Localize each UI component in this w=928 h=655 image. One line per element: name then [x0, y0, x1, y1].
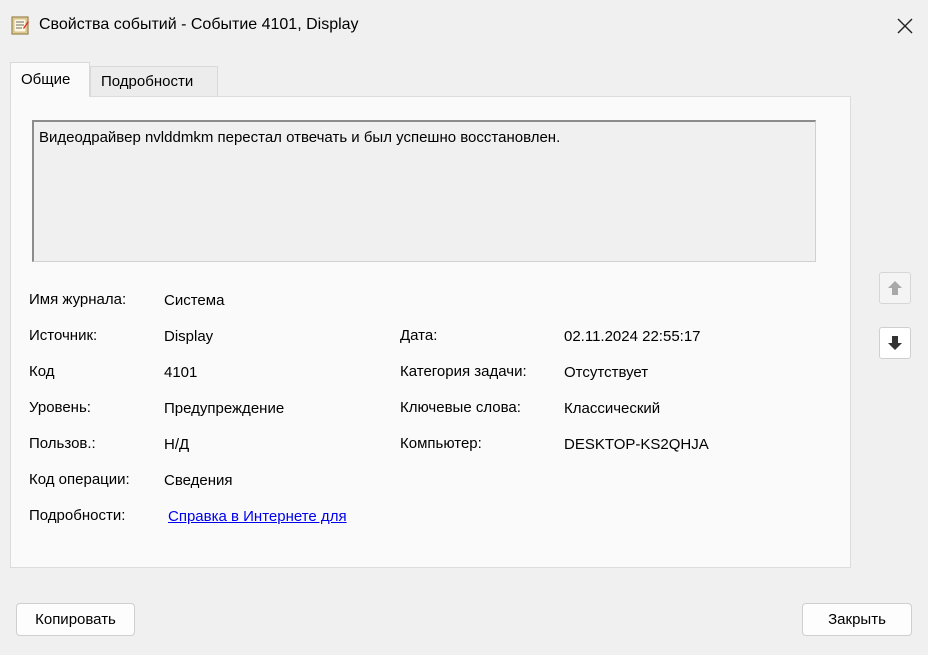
- user-label: Пользов.:: [29, 435, 96, 452]
- source-label: Источник:: [29, 327, 98, 344]
- task-category-label: Категория задачи:: [400, 363, 527, 380]
- computer-value: DESKTOP-KS2QHJA: [564, 436, 709, 453]
- arrow-down-icon: [888, 336, 902, 350]
- date-label: Дата:: [400, 327, 438, 344]
- more-info-label: Подробности:: [29, 507, 126, 524]
- tab-details[interactable]: Подробности: [90, 66, 218, 96]
- event-id-value: 4101: [164, 364, 198, 381]
- source-value: Display: [164, 328, 214, 345]
- task-category-value: Отсутствует: [564, 364, 649, 381]
- previous-event-button[interactable]: [879, 272, 911, 304]
- general-tab-panel: Видеодрайвер nvlddmkm перестал отвечать …: [10, 96, 851, 568]
- title-bar: Свойства событий - Событие 4101, Display: [0, 0, 928, 52]
- event-description[interactable]: Видеодрайвер nvlddmkm перестал отвечать …: [32, 120, 816, 262]
- event-id-label: Код: [29, 363, 55, 380]
- close-button[interactable]: Закрыть: [802, 603, 912, 636]
- next-event-button[interactable]: [879, 327, 911, 359]
- tab-general[interactable]: Общие: [10, 62, 90, 97]
- date-value: 02.11.2024 22:55:17: [564, 328, 701, 345]
- keywords-label: Ключевые слова:: [400, 399, 521, 416]
- opcode-value: Сведения: [164, 472, 233, 489]
- window-title: Свойства событий - Событие 4101, Display: [39, 16, 359, 33]
- computer-label: Компьютер:: [400, 435, 482, 452]
- user-value: Н/Д: [164, 436, 190, 453]
- level-value: Предупреждение: [164, 400, 285, 417]
- level-label: Уровень:: [29, 399, 91, 416]
- close-window-button[interactable]: [882, 0, 928, 52]
- log-name-value: Система: [164, 292, 225, 309]
- log-name-label: Имя журнала:: [29, 291, 127, 308]
- copy-button[interactable]: Копировать: [16, 603, 135, 636]
- online-help-link[interactable]: Справка в Интернете для: [168, 508, 347, 525]
- opcode-label: Код операции:: [29, 471, 130, 488]
- arrow-up-icon: [888, 281, 902, 295]
- keywords-value: Классический: [564, 400, 661, 417]
- close-icon: [897, 18, 913, 34]
- event-viewer-icon: [11, 16, 29, 35]
